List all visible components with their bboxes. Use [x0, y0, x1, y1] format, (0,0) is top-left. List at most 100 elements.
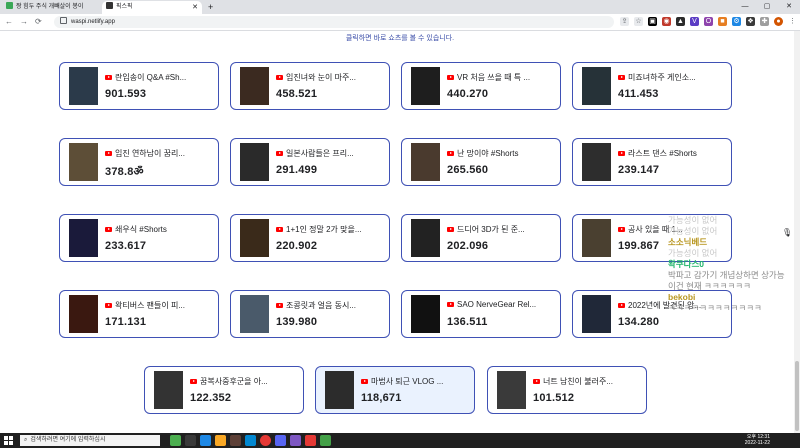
shorts-title: 왁티버스 팬들이 피...	[105, 300, 215, 311]
youtube-icon	[105, 75, 112, 80]
close-window-button[interactable]: ✕	[778, 0, 800, 14]
shorts-title: 1+1인 정말 2가 맞을...	[276, 224, 386, 235]
shorts-title: 일본사람들은 프리...	[276, 148, 386, 159]
view-count: 239.147	[618, 164, 660, 176]
taskbar-search-input[interactable]: ⌕ 검색하려면 여기에 입력하십시	[20, 435, 160, 446]
shorts-card[interactable]: VR 처음 쓰을 때 특 ... 440.270	[401, 62, 561, 110]
shorts-title: 란입송이 Q&A #Sh...	[105, 72, 215, 83]
back-button[interactable]: ←	[5, 17, 13, 26]
app-icon[interactable]	[305, 435, 316, 446]
shorts-thumbnail	[582, 67, 611, 105]
youtube-icon	[276, 227, 283, 232]
youtube-icon	[618, 75, 625, 80]
puzzle-icon[interactable]: ✚	[760, 17, 769, 26]
youtube-icon	[447, 227, 454, 232]
edge-icon[interactable]	[200, 435, 211, 446]
shorts-card[interactable]: 임진녀와 눈이 마주... 458.521	[230, 62, 390, 110]
extension-icon[interactable]: ▲	[676, 17, 685, 26]
shorts-thumbnail	[411, 219, 440, 257]
youtube-icon	[618, 227, 625, 232]
minimize-button[interactable]: —	[734, 0, 756, 14]
scrollbar-thumb[interactable]	[795, 361, 799, 431]
share-icon[interactable]: ⇪	[620, 17, 629, 26]
shorts-title-text: 임진녀와 눈이 마주...	[286, 73, 356, 82]
shorts-card[interactable]: 난 망이야 #Shorts 265.560	[401, 138, 561, 186]
view-count: 458.521	[276, 88, 318, 100]
extension-icon[interactable]: O	[704, 17, 713, 26]
shorts-card[interactable]: 마법사 퇴근 VLOG ... 118,671	[315, 366, 475, 414]
view-count: 136.511	[447, 316, 488, 328]
chat-line: bekobi	[668, 292, 696, 302]
shorts-card[interactable]: 쇄우식 #Shorts 233.617	[59, 214, 219, 262]
view-count: 101.512	[533, 392, 575, 404]
app-icon[interactable]	[290, 435, 301, 446]
bookmark-star-icon[interactable]: ☆	[634, 17, 643, 26]
shorts-title: 꿈복사중후군을 아...	[190, 376, 300, 387]
folder-icon[interactable]	[215, 435, 226, 446]
shorts-title-text: 일본사람들은 프리...	[286, 149, 354, 158]
extension-icon[interactable]: V	[690, 17, 699, 26]
reload-button[interactable]: ⟳	[35, 17, 42, 26]
shorts-card[interactable]: 란입송이 Q&A #Sh... 901.593	[59, 62, 219, 110]
new-tab-button[interactable]: +	[208, 0, 213, 14]
youtube-icon	[105, 303, 112, 308]
chrome-icon[interactable]	[260, 435, 271, 446]
maximize-button[interactable]: ▢	[756, 0, 778, 14]
shorts-card[interactable]: 왁티버스 팬들이 피... 171.131	[59, 290, 219, 338]
close-tab-icon[interactable]: ✕	[192, 1, 198, 14]
shorts-thumbnail	[69, 295, 98, 333]
extension-icon[interactable]: ◉	[662, 17, 671, 26]
extension-icon[interactable]: ⚙	[732, 17, 741, 26]
vegas-icon[interactable]	[245, 435, 256, 446]
shorts-card[interactable]: 조콩릿과 얼음 동시... 139.980	[230, 290, 390, 338]
shorts-title: 마법사 퇴근 VLOG ...	[361, 376, 471, 387]
youtube-icon	[447, 151, 454, 156]
view-count: 202.096	[447, 240, 489, 252]
shorts-title-text: 마법사 퇴근 VLOG ...	[371, 377, 444, 386]
shorts-card[interactable]: 일본사람들은 프리... 291.499	[230, 138, 390, 186]
view-count: 291.499	[276, 164, 318, 176]
shorts-card[interactable]: 임진 연하남이 꿈리... 378.8ॐ	[59, 138, 219, 186]
shorts-card[interactable]: 미죠녀하주 게인소... 411.453	[572, 62, 732, 110]
shorts-title-text: VR 처음 쓰을 때 특 ...	[457, 73, 531, 82]
shorts-title-text: 왁티버스 팬들이 피...	[115, 301, 185, 310]
shorts-card[interactable]: 라스트 댄스 #Shorts 239.147	[572, 138, 732, 186]
shorts-title-text: 란입송이 Q&A #Sh...	[115, 73, 187, 82]
extension-icon[interactable]: ▣	[648, 17, 657, 26]
browser-tab-active[interactable]: 픽스픽 ✕	[102, 1, 202, 14]
shorts-title: 조콩릿과 얼음 동시...	[276, 300, 386, 311]
shorts-title: 임진 연하남이 꿈리...	[105, 148, 215, 159]
shorts-card[interactable]: 너트 남친이 불러주... 101.512	[487, 366, 647, 414]
app-icon[interactable]	[320, 435, 331, 446]
shorts-title: VR 처음 쓰을 때 특 ...	[447, 72, 557, 83]
shorts-card[interactable]: SAO NerveGear Rel... 136.511	[401, 290, 561, 338]
forward-button[interactable]: →	[20, 17, 28, 26]
chat-line: ㅋㅋㅋㅋㅋㅋㅋㅋㅋㅋㅋㅋ	[668, 303, 762, 313]
extension-icon[interactable]: ❖	[746, 17, 755, 26]
menu-icon[interactable]: ⋮	[788, 17, 797, 26]
scrollbar[interactable]	[794, 31, 800, 433]
taskbar-clock[interactable]: 오후 12:31 2022-11-22	[745, 434, 770, 446]
game-icon[interactable]	[170, 435, 181, 446]
address-bar[interactable]: waspi.netlify.app	[54, 16, 614, 28]
window-controls: — ▢ ✕	[734, 0, 800, 14]
minecraft-icon[interactable]	[230, 435, 241, 446]
task-view-icon[interactable]	[185, 435, 196, 446]
shorts-title-text: 미죠녀하주 게인소...	[628, 73, 696, 82]
shorts-card[interactable]: 드디어 3D가 된 준... 202.096	[401, 214, 561, 262]
shorts-title-text: 라스트 댄스 #Shorts	[628, 149, 697, 158]
shorts-thumbnail	[240, 295, 269, 333]
shorts-card[interactable]: 꿈복사중후군을 아... 122.352	[144, 366, 304, 414]
chat-line: 가능성이 없어	[668, 248, 718, 258]
shorts-title-text: SAO NerveGear Rel...	[457, 300, 537, 309]
shorts-thumbnail	[240, 143, 269, 181]
shorts-card[interactable]: 1+1인 정말 2가 맞을... 220.902	[230, 214, 390, 262]
discord-icon[interactable]	[275, 435, 286, 446]
chat-line: 소소닉베드	[668, 237, 708, 247]
avatar[interactable]: ●	[774, 17, 783, 26]
shorts-title-text: 조콩릿과 얼음 동시...	[286, 301, 356, 310]
shorts-thumbnail	[582, 143, 611, 181]
shorts-thumbnail	[69, 219, 98, 257]
extension-icon[interactable]: ■	[718, 17, 727, 26]
windows-start-icon[interactable]	[4, 436, 13, 445]
